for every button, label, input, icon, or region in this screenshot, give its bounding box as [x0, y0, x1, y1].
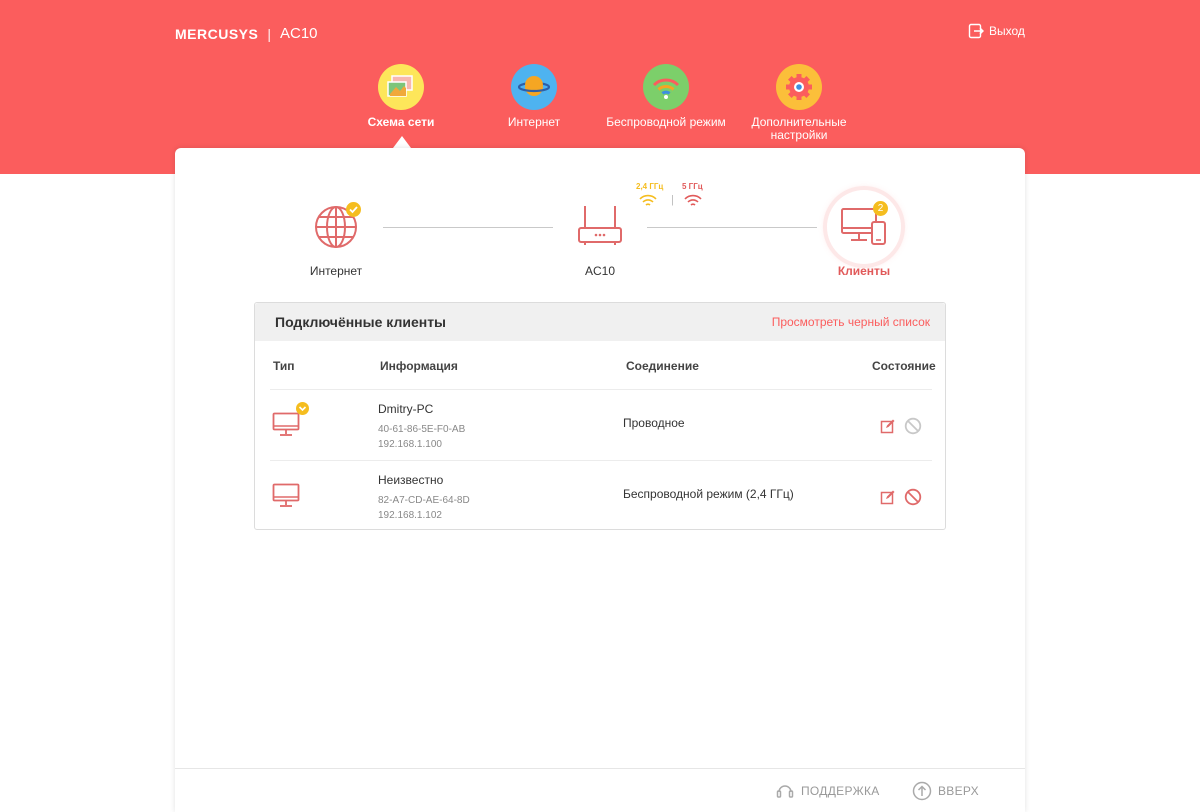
logout-label: Выход	[989, 24, 1025, 38]
router-icon	[578, 206, 622, 245]
nav-label: Беспроводной режим	[606, 115, 726, 129]
brand-separator: |	[267, 25, 271, 42]
column-header-info: Информация	[380, 359, 458, 373]
nav-label: Интернет	[507, 115, 561, 129]
network-topology: Интернет AC10 2,4 ГГц 5 ГГц | 2 Клиенты	[175, 148, 1025, 298]
edit-icon[interactable]	[880, 418, 896, 439]
panel-title: Подключённые клиенты	[275, 314, 447, 330]
nav-network-map[interactable]: Схема сети	[341, 64, 461, 129]
column-header-status: Состояние	[872, 359, 936, 373]
client-mac: 40-61-86-5E-F0-AB	[378, 424, 466, 435]
connected-check-icon	[346, 202, 361, 217]
footer: ПОДДЕРЖКА ВВЕРХ	[175, 768, 1025, 812]
topology-clients-node[interactable]: 2 Клиенты	[827, 190, 901, 280]
column-header-connection: Соединение	[626, 359, 699, 373]
client-type-cell	[272, 402, 312, 448]
topology-clients-label: Клиенты	[837, 264, 891, 278]
client-actions	[880, 417, 930, 440]
nav-active-pointer	[393, 136, 411, 148]
client-info-cell: Неизвестно 82-A7-CD-AE-64-8D 192.168.1.1…	[378, 473, 470, 523]
wifi-5-icon	[684, 194, 702, 213]
main-nav: Схема сети Интернет Беспроводной режим Д…	[0, 64, 1200, 154]
nav-label: Схема сети	[367, 115, 435, 129]
client-name: Неизвестно	[378, 473, 444, 487]
topology-router-label: AC10	[584, 264, 616, 278]
client-ip: 192.168.1.102	[378, 510, 442, 521]
block-icon[interactable]	[904, 488, 922, 511]
topology-internet-label: Интернет	[309, 264, 363, 278]
main-card: Интернет AC10 2,4 ГГц 5 ГГц | 2 Клиенты …	[175, 148, 1025, 812]
wireless-icon	[643, 64, 689, 110]
desktop-icon	[272, 483, 300, 507]
internet-planet-icon	[511, 64, 557, 110]
client-connection: Беспроводной режим (2,4 ГГц)	[623, 487, 794, 501]
current-device-icon	[296, 402, 309, 415]
client-ip: 192.168.1.100	[378, 439, 442, 450]
table-row: Неизвестно 82-A7-CD-AE-64-8D 192.168.1.1…	[270, 460, 932, 531]
nav-internet[interactable]: Интернет	[474, 64, 594, 129]
brand-model: AC10	[280, 25, 318, 42]
clients-count-badge: 2	[873, 201, 888, 216]
client-name: Dmitry-PC	[378, 402, 434, 416]
network-map-icon	[378, 64, 424, 110]
logout-button[interactable]: Выход	[968, 23, 1025, 39]
connected-clients-panel: Подключённые клиенты Просмотреть черный …	[254, 302, 946, 530]
nav-wireless[interactable]: Беспроводной режим	[606, 64, 726, 129]
client-mac: 82-A7-CD-AE-64-8D	[378, 495, 470, 506]
gear-icon	[776, 64, 822, 110]
brand-logo: MERCUSYS	[175, 25, 259, 42]
nav-label: Дополнительные настройки	[751, 115, 847, 142]
client-connection: Проводное	[623, 416, 685, 430]
brand: MERCUSYS | AC10	[175, 25, 318, 42]
support-label: ПОДДЕРЖКА	[801, 784, 880, 798]
topology-line	[647, 227, 817, 228]
block-disabled-icon	[904, 417, 922, 440]
panel-header: Подключённые клиенты Просмотреть черный …	[255, 303, 945, 341]
nav-advanced[interactable]: Дополнительные настройки	[739, 64, 859, 142]
topology-router-node[interactable]: AC10	[577, 204, 623, 284]
view-blacklist-link[interactable]: Просмотреть черный список	[772, 315, 930, 329]
table-row: Dmitry-PC 40-61-86-5E-F0-AB 192.168.1.10…	[270, 389, 932, 460]
headset-icon	[776, 785, 794, 798]
topology-line	[383, 227, 553, 228]
support-button[interactable]: ПОДДЕРЖКА	[775, 781, 880, 801]
desktop-icon	[272, 412, 300, 436]
wifi-24-icon	[639, 194, 657, 213]
client-type-cell	[272, 479, 312, 519]
back-to-top-button[interactable]: ВВЕРХ	[912, 781, 979, 801]
top-label: ВВЕРХ	[938, 784, 979, 798]
client-actions	[880, 488, 930, 511]
band-24-label: 2,4 ГГц	[636, 182, 664, 191]
logout-icon	[968, 23, 984, 39]
clients-halo: 2	[827, 190, 901, 264]
column-header-type: Тип	[273, 359, 295, 373]
client-info-cell: Dmitry-PC 40-61-86-5E-F0-AB 192.168.1.10…	[378, 402, 465, 452]
band-separator: |	[671, 194, 674, 206]
topology-internet-node[interactable]: Интернет	[310, 202, 362, 282]
edit-icon[interactable]	[880, 489, 896, 510]
arrow-up-circle-icon	[912, 781, 932, 801]
band-5-label: 5 ГГц	[682, 182, 703, 191]
